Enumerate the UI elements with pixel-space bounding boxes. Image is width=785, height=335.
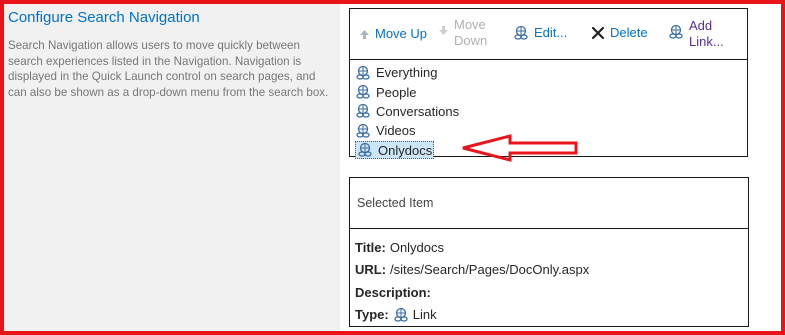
link-icon <box>355 103 371 119</box>
url-property-value: /sites/Search/Pages/DocOnly.aspx <box>390 262 590 278</box>
url-property: URL: /sites/Search/Pages/DocOnly.aspx <box>355 259 748 282</box>
description-property: Description: <box>355 281 748 304</box>
arrow-down-icon <box>438 25 449 36</box>
navigation-list: Everything People Conversations Videos O… <box>355 63 459 160</box>
list-item[interactable]: Everything <box>355 63 459 82</box>
section-title: Configure Search Navigation <box>8 9 200 26</box>
move-down-label: Move Down <box>454 17 488 48</box>
annotation-arrow <box>462 134 578 162</box>
url-property-label: URL: <box>355 262 387 278</box>
section-description-panel: Configure Search Navigation Search Navig… <box>0 0 340 335</box>
list-item-label: People <box>376 84 417 100</box>
link-icon <box>393 307 409 323</box>
list-item[interactable]: Conversations <box>355 102 459 121</box>
edit-button[interactable]: Edit... <box>513 25 567 41</box>
type-property-value: Link <box>412 307 437 323</box>
link-add-icon <box>668 24 684 40</box>
add-link-label: Add Link... <box>689 18 724 49</box>
link-icon <box>355 65 371 81</box>
title-property-label: Title: <box>355 239 386 255</box>
list-item-label: Onlydocs <box>378 142 433 158</box>
list-item[interactable]: Videos <box>355 121 459 140</box>
selection-highlight: Onlydocs <box>355 141 435 160</box>
move-down-button[interactable]: Move Down <box>438 17 494 49</box>
move-up-button[interactable]: Move Up <box>359 26 427 42</box>
list-item[interactable]: People <box>355 82 459 101</box>
link-icon <box>357 142 373 158</box>
navigation-toolbar: Move Up Move Down Edit... Delete Add Lin… <box>350 9 747 60</box>
type-property: Type: Link <box>355 304 748 327</box>
link-icon <box>355 123 371 139</box>
selected-item-panel: Selected Item Title: Onlydocs URL: /site… <box>349 177 749 327</box>
type-property-label: Type: <box>355 307 389 323</box>
description-property-label: Description: <box>355 284 431 300</box>
link-icon <box>355 84 371 100</box>
delete-label: Delete <box>610 25 648 40</box>
arrow-up-icon <box>359 29 370 40</box>
delete-button[interactable]: Delete <box>591 25 648 41</box>
list-item-selected[interactable]: Onlydocs <box>355 141 459 160</box>
title-property: Title: Onlydocs <box>355 236 748 259</box>
move-up-label: Move Up <box>375 26 428 41</box>
section-description: Search Navigation allows users to move q… <box>8 39 329 99</box>
add-link-button[interactable]: Add Link... <box>668 18 738 50</box>
close-icon <box>591 26 605 40</box>
selected-item-header: Selected Item <box>350 178 748 229</box>
list-item-label: Videos <box>376 123 416 139</box>
selected-item-properties: Title: Onlydocs URL: /sites/Search/Pages… <box>350 229 748 326</box>
link-edit-icon <box>513 25 529 41</box>
list-item-label: Everything <box>376 65 438 81</box>
list-item-label: Conversations <box>376 103 460 119</box>
title-property-value: Onlydocs <box>389 239 445 255</box>
edit-label: Edit... <box>534 25 568 40</box>
